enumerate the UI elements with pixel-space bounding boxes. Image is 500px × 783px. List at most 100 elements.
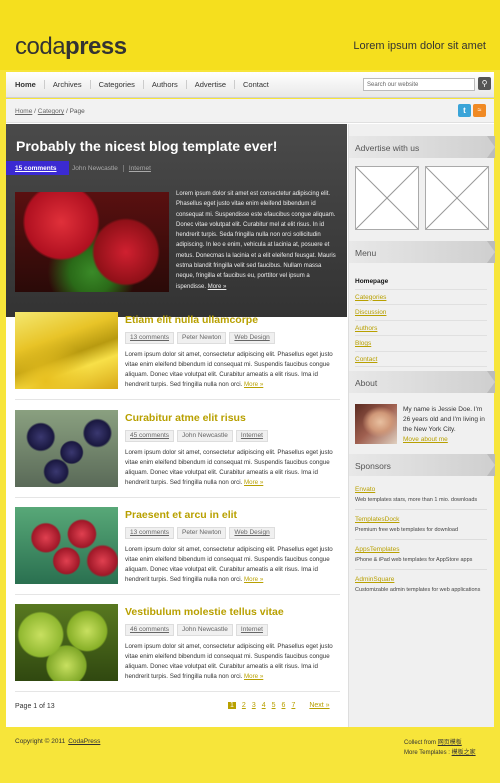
- featured-post: Probably the nicest blog template ever! …: [6, 124, 347, 317]
- page-link-6[interactable]: 6: [282, 702, 286, 709]
- page-link-4[interactable]: 4: [262, 702, 266, 709]
- post-excerpt: Lorem ipsum dolor sit amet, consectetur …: [125, 642, 340, 682]
- page-content: Home / Category / Page t ≈ Probably the …: [6, 99, 495, 727]
- site-logo[interactable]: codapress: [15, 33, 127, 61]
- collect-link[interactable]: 网页模板: [438, 740, 462, 746]
- nav-item-archives[interactable]: Archives: [43, 80, 90, 89]
- footer-credits: Collect from 网页模板 More Templates : 模板之家: [404, 740, 476, 756]
- page-link-7[interactable]: 7: [291, 702, 295, 709]
- logo-bold: press: [65, 33, 127, 60]
- post-title[interactable]: Curabitur atme elit risus: [125, 412, 246, 424]
- divider: [355, 569, 487, 570]
- sponsor-link[interactable]: TemplatesDock: [355, 516, 458, 523]
- ad-slot[interactable]: [355, 166, 419, 230]
- sponsor-link[interactable]: AppsTemplates: [355, 546, 472, 553]
- sidebar-menu-blogs[interactable]: Blogs: [355, 336, 487, 352]
- sidebar: Advertise with us Menu Homepage Categori…: [348, 124, 495, 727]
- footer-brand-link[interactable]: CodaPress: [68, 738, 100, 745]
- page-link-1[interactable]: 1: [228, 702, 236, 709]
- search-icon[interactable]: ⚲: [478, 77, 491, 90]
- sidebar-title-about: About: [349, 371, 495, 393]
- nav-item-categories[interactable]: Categories: [89, 80, 143, 89]
- page-link-2[interactable]: 2: [242, 702, 246, 709]
- sponsor-item: TemplatesDock Premium free web templates …: [355, 516, 458, 533]
- featured-text: Lorem ipsum dolor sit amet est consectet…: [176, 191, 336, 290]
- about-text: My name is Jessie Doe. I'm 26 years old …: [403, 405, 491, 445]
- featured-category[interactable]: Internet: [122, 165, 151, 172]
- post-comments[interactable]: 45 comments: [125, 430, 175, 442]
- sidebar-menu-contact[interactable]: Contact: [355, 352, 487, 367]
- post-thumbnail[interactable]: [15, 507, 118, 584]
- nav-item-authors[interactable]: Authors: [142, 80, 186, 89]
- post-meta: 13 comments Peter Newton Web Design: [125, 332, 278, 344]
- sidebar-menu-authors[interactable]: Authors: [355, 321, 487, 336]
- post-comments[interactable]: 46 comments: [125, 624, 175, 636]
- page-link-3[interactable]: 3: [252, 702, 256, 709]
- nav-item-contact[interactable]: Contact: [234, 80, 277, 89]
- post-thumbnail[interactable]: [15, 312, 118, 389]
- divider: [15, 399, 340, 400]
- ad-slot[interactable]: [425, 166, 489, 230]
- more-templates-link[interactable]: 模板之家: [452, 750, 476, 756]
- sidebar-menu-homepage[interactable]: Homepage: [355, 274, 487, 290]
- post-more-link[interactable]: More »: [244, 673, 263, 680]
- featured-more-link[interactable]: More »: [208, 284, 227, 290]
- page-link-5[interactable]: 5: [272, 702, 276, 709]
- sponsor-desc: Customizable admin templates for web app…: [355, 587, 481, 593]
- sponsor-item: AppsTemplates iPhone & iPad web templates…: [355, 546, 472, 563]
- twitter-icon[interactable]: t: [458, 104, 471, 117]
- breadcrumb-bar: Home / Category / Page t ≈: [6, 99, 494, 123]
- sponsor-link[interactable]: AdminSquare: [355, 576, 480, 583]
- sponsor-item: AdminSquare Customizable admin templates …: [355, 576, 480, 593]
- pagination-label: Page 1 of 13: [15, 703, 55, 710]
- divider: [15, 594, 340, 595]
- rss-icon[interactable]: ≈: [473, 104, 486, 117]
- divider: [355, 539, 487, 540]
- divider: [15, 691, 340, 692]
- nav-item-home[interactable]: Home: [15, 80, 44, 89]
- sidebar-menu-discussion[interactable]: Discussion: [355, 305, 487, 321]
- sponsor-item: Envato Web templates stars, more than 1 m…: [355, 486, 477, 503]
- post-comments[interactable]: 13 comments: [125, 527, 175, 539]
- pagination: 1 2 3 4 5 6 7 Next »: [228, 702, 336, 709]
- post-category[interactable]: Web Design: [229, 332, 275, 344]
- featured-comments-ribbon[interactable]: 15 comments: [6, 161, 69, 175]
- breadcrumb-current: Page: [69, 108, 85, 115]
- post-excerpt: Lorem ipsum dolor sit amet, consectetur …: [125, 350, 340, 390]
- post-category[interactable]: Internet: [235, 430, 268, 442]
- search-input[interactable]: Search our website: [363, 78, 475, 91]
- site-tagline: Lorem ipsum dolor sit amet: [353, 40, 486, 52]
- post-category[interactable]: Internet: [235, 624, 268, 636]
- post-title[interactable]: Praesent et arcu in elit: [125, 509, 237, 521]
- featured-meta: John Newcastle Internet: [72, 165, 151, 172]
- collect-text: Collect from: [404, 740, 437, 746]
- breadcrumb: Home / Category / Page: [15, 108, 85, 115]
- next-page-link[interactable]: Next »: [309, 702, 329, 709]
- post-more-link[interactable]: More »: [244, 576, 263, 583]
- post-comments[interactable]: 13 comments: [125, 332, 175, 344]
- featured-author: John Newcastle: [72, 165, 118, 172]
- about-link[interactable]: Move about me: [403, 436, 448, 443]
- post-title[interactable]: Etiam elit nulla ullamcorpe: [125, 314, 258, 326]
- sidebar-menu: Homepage Categories Discussion Authors B…: [355, 274, 487, 367]
- post-thumbnail[interactable]: [15, 410, 118, 487]
- featured-title[interactable]: Probably the nicest blog template ever!: [16, 138, 277, 154]
- nav-item-advertise[interactable]: Advertise: [185, 80, 234, 89]
- featured-body: Lorem ipsum dolor sit amet est consectet…: [176, 189, 338, 292]
- sponsor-link[interactable]: Envato: [355, 486, 477, 493]
- breadcrumb-home[interactable]: Home: [15, 108, 32, 115]
- sponsor-desc: iPhone & iPad web templates for AppStore…: [355, 557, 473, 563]
- sidebar-title-sponsors: Sponsors: [349, 454, 495, 476]
- post-meta: 13 comments Peter Newton Web Design: [125, 527, 278, 539]
- featured-image[interactable]: [15, 192, 169, 292]
- post-more-link[interactable]: More »: [244, 479, 263, 486]
- breadcrumb-category[interactable]: Category: [38, 108, 64, 115]
- post-more-link[interactable]: More »: [244, 381, 263, 388]
- post-category[interactable]: Web Design: [229, 527, 275, 539]
- post-text: Lorem ipsum dolor sit amet, consectetur …: [125, 449, 333, 486]
- about-description: My name is Jessie Doe. I'm 26 years old …: [403, 406, 485, 433]
- post-title[interactable]: Vestibulum molestie tellus vitae: [125, 606, 284, 618]
- post-text: Lorem ipsum dolor sit amet, consectetur …: [125, 546, 333, 583]
- post-thumbnail[interactable]: [15, 604, 118, 681]
- sidebar-menu-categories[interactable]: Categories: [355, 290, 487, 305]
